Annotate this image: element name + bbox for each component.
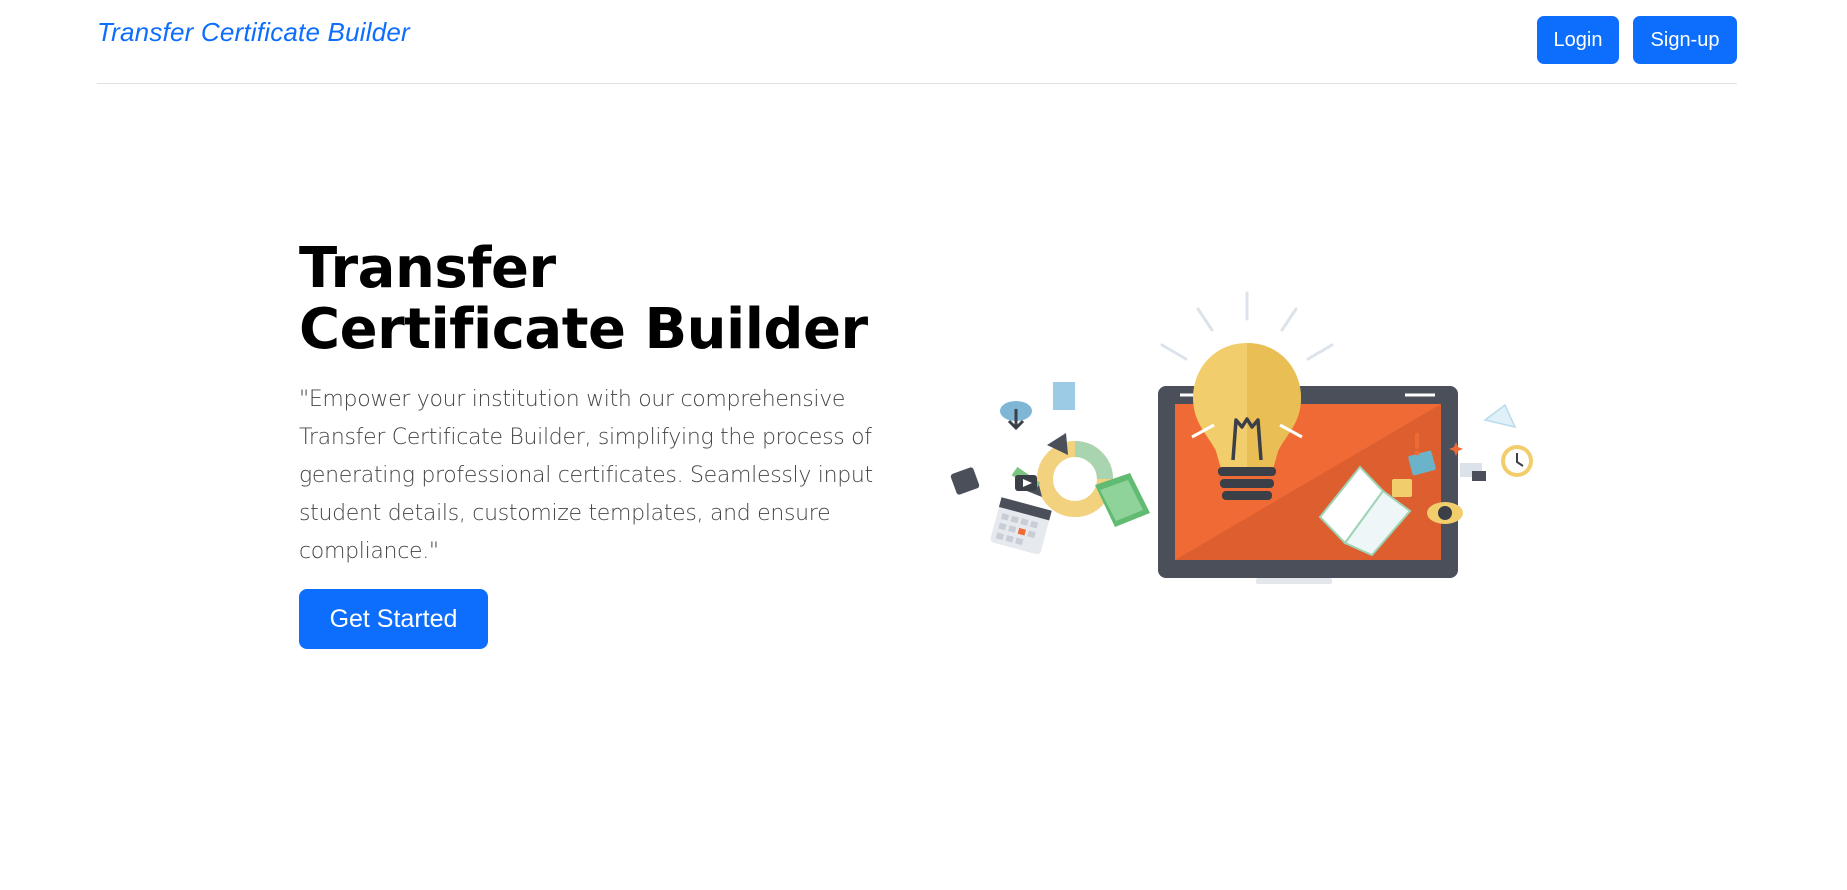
clock-icon [1501, 445, 1533, 477]
top-navbar: Transfer Certificate Builder Login Sign-… [97, 0, 1737, 84]
brand-link[interactable]: Transfer Certificate Builder [97, 17, 410, 48]
signup-button[interactable]: Sign-up [1633, 16, 1737, 64]
document-icon [1053, 382, 1075, 410]
cloud-download-icon [1000, 401, 1032, 431]
calendar-icon [990, 497, 1052, 555]
speaker-icon [950, 467, 980, 495]
alert-icon [1414, 450, 1420, 456]
folder-icon [1392, 479, 1412, 497]
lightbulb-monitor-illustration [950, 291, 1533, 584]
paper-plane-icon [1483, 403, 1517, 429]
login-button[interactable]: Login [1537, 16, 1619, 64]
hero-description: "Empower your institution with our compr… [299, 387, 873, 564]
chart-donut-icon [1037, 441, 1113, 517]
hero-title: Transfer Certificate Builder [299, 236, 868, 362]
get-started-button[interactable]: Get Started [299, 589, 488, 649]
eye-icon [1427, 502, 1463, 524]
